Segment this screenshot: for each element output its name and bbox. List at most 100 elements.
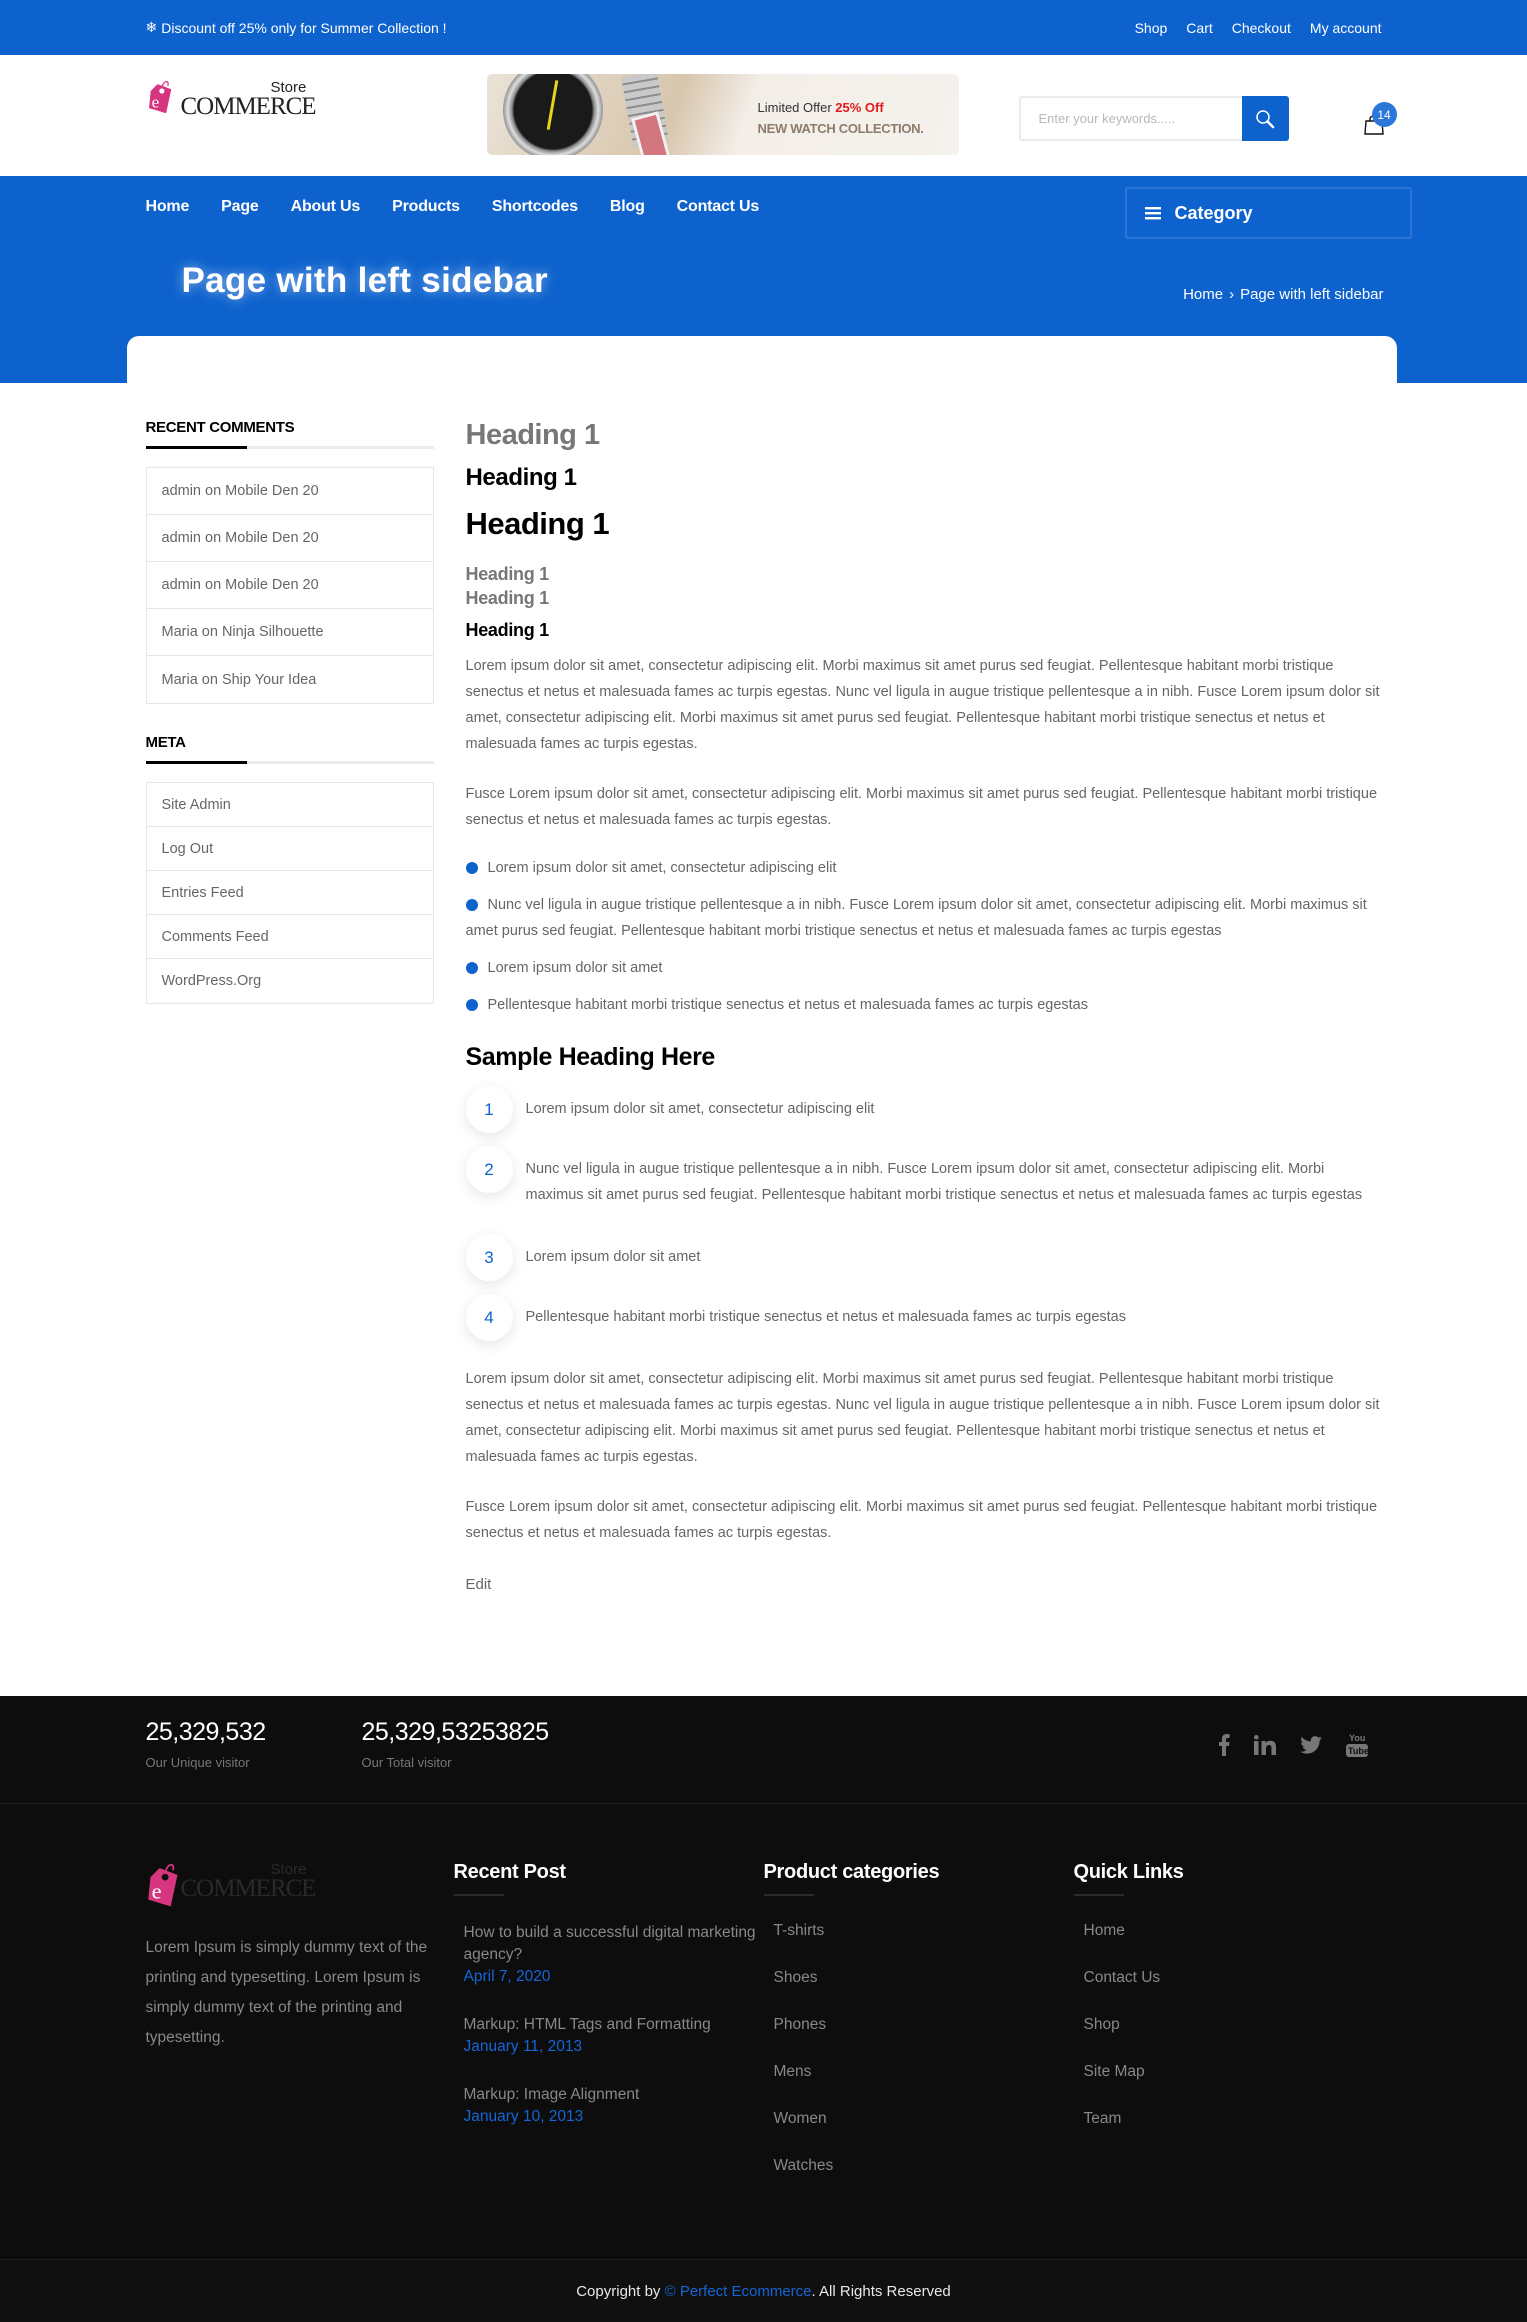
numbered-text: Nunc vel ligula in augue tristique pelle… [525, 1161, 1363, 1203]
meta-title: META [145, 734, 434, 764]
footer-recent-post-column: Recent Post How to build a successful di… [453, 1859, 764, 2204]
recent-post-link[interactable]: Markup: Image Alignment [464, 2084, 764, 2106]
quick-link-team[interactable]: Team [1084, 2110, 1122, 2127]
meta-item-log-out[interactable]: Log Out [146, 827, 433, 871]
twitter-link[interactable] [1299, 1736, 1322, 1754]
promo-banner[interactable]: Limited Offer 25% Off NEW WATCH COLLECTI… [486, 74, 959, 155]
top-link-shop[interactable]: Shop [1135, 20, 1168, 36]
comment-link[interactable]: Maria on Ninja Silhouette [162, 624, 324, 640]
breadcrumb-home[interactable]: Home [1183, 286, 1223, 303]
search-form [1018, 96, 1289, 141]
unique-visitor-count: 25,329,532 [145, 1718, 267, 1746]
meta-item-comments-feed[interactable]: Comments Feed [146, 915, 433, 959]
recent-post-date: April 7, 2020 [463, 1968, 551, 1985]
copyright-prefix: Copyright by [576, 2282, 665, 2300]
bullet-item: Nunc vel ligula in augue tristique pelle… [465, 892, 1384, 944]
linkedin-link[interactable] [1253, 1735, 1276, 1755]
recent-post-link[interactable]: How to build a successful digital market… [464, 1922, 764, 1966]
quick-link-site-map[interactable]: Site Map [1084, 2063, 1145, 2080]
cart-count-badge: 14 [1371, 102, 1397, 127]
unique-visitor-stat: 25,329,532 Our Unique visitor [145, 1718, 267, 1770]
numbered-item: 2 Nunc vel ligula in augue tristique pel… [465, 1146, 1384, 1234]
search-button[interactable] [1241, 96, 1289, 141]
nav-blog[interactable]: Blog [610, 198, 645, 216]
category-link-phones[interactable]: Phones [774, 2016, 827, 2033]
comment-link[interactable]: Maria on Ship Your Idea [162, 672, 317, 688]
comment-link[interactable]: admin on Mobile Den 20 [162, 530, 319, 546]
numbered-text: Lorem ipsum dolor sit amet, consectetur … [525, 1101, 875, 1117]
quick-link-shop[interactable]: Shop [1084, 2016, 1120, 2033]
nav-home[interactable]: Home [146, 198, 190, 216]
category-link-watches[interactable]: Watches [774, 2157, 834, 2174]
quick-link-home[interactable]: Home [1084, 1922, 1125, 1939]
svg-text:You: You [1349, 1733, 1365, 1743]
number-badge: 4 [465, 1294, 513, 1341]
comment-link[interactable]: admin on Mobile Den 20 [162, 483, 319, 499]
comment-link[interactable]: admin on Mobile Den 20 [162, 577, 319, 593]
numbered-list: 1 Lorem ipsum dolor sit amet, consectetu… [465, 1086, 1384, 1354]
recent-post-date: January 11, 2013 [463, 2038, 583, 2055]
meta-item-wordpress-org[interactable]: WordPress.Org [147, 959, 433, 1003]
meta-link[interactable]: Log Out [162, 841, 214, 857]
cart-button[interactable]: 14 [1363, 102, 1403, 142]
meta-item-site-admin[interactable]: Site Admin [146, 783, 433, 827]
price-tag-icon: e [147, 1863, 177, 1907]
nav-contact-us[interactable]: Contact Us [677, 198, 760, 216]
meta-link[interactable]: WordPress.Org [162, 973, 262, 989]
main-content-area: RECENT COMMENTS admin on Mobile Den 20 a… [144, 383, 1384, 1696]
category-link-shoes[interactable]: Shoes [774, 1969, 818, 1986]
recent-post-list: How to build a successful digital market… [454, 1922, 764, 2128]
meta-link[interactable]: Entries Feed [162, 885, 244, 901]
search-input[interactable] [1018, 96, 1242, 141]
recent-post-link[interactable]: Markup: HTML Tags and Formatting [464, 2014, 764, 2036]
promo-text: Discount off 25% only for Summer Collect… [161, 19, 447, 36]
numbered-item: 4 Pellentesque habitant morbi tristique … [465, 1294, 1384, 1354]
nav-about-us[interactable]: About Us [291, 198, 361, 216]
price-tag-icon: e [148, 80, 171, 114]
category-link-mens[interactable]: Mens [774, 2063, 812, 2080]
meta-link[interactable]: Comments Feed [162, 929, 269, 945]
comment-item[interactable]: Maria on Ship Your Idea [147, 656, 433, 703]
numbered-item: 3 Lorem ipsum dolor sit amet [465, 1234, 1384, 1294]
bullet-list: Lorem ipsum dolor sit amet, consectetur … [465, 855, 1384, 1018]
comment-item[interactable]: Maria on Ninja Silhouette [146, 609, 433, 656]
copyright-brand-link[interactable]: © Perfect Ecommerce [665, 2283, 812, 2300]
nav-shortcodes[interactable]: Shortcodes [492, 198, 578, 216]
meta-link[interactable]: Site Admin [162, 797, 231, 813]
facebook-link[interactable] [1218, 1734, 1230, 1756]
footer-logo[interactable]: e Store COMMERCE [146, 1859, 317, 1911]
body-paragraph: Fusce Lorem ipsum dolor sit amet, consec… [465, 786, 1378, 828]
quick-links-title: Quick Links [1073, 1861, 1384, 1896]
copyright-suffix: . All Rights Reserved [811, 2282, 951, 2300]
bullet-item: Lorem ipsum dolor sit amet, consectetur … [465, 855, 1384, 881]
footer-stats: 25,329,532 Our Unique visitor 25,329,532… [0, 1696, 1527, 1804]
category-link-women[interactable]: Women [774, 2110, 827, 2127]
copyright-bar: Copyright by © Perfect Ecommerce . All R… [0, 2259, 1527, 2322]
quick-links-list: Home Contact Us Shop Site Map Team [1074, 1922, 1384, 2157]
footer-widgets: e Store COMMERCE Lorem Ipsum is simply d… [0, 1804, 1527, 2259]
comment-item[interactable]: admin on Mobile Den 20 [146, 562, 433, 609]
comment-item[interactable]: admin on Mobile Den 20 [146, 468, 433, 515]
heading-5: Heading 1 [465, 588, 550, 608]
youtube-link[interactable]: You Tube [1345, 1732, 1368, 1758]
top-link-checkout[interactable]: Checkout [1232, 20, 1291, 36]
footer-about-column: e Store COMMERCE Lorem Ipsum is simply d… [144, 1859, 454, 2204]
edit-link[interactable]: Edit [466, 1576, 492, 1593]
top-link-my-account[interactable]: My account [1310, 20, 1382, 36]
nav-page[interactable]: Page [221, 198, 259, 216]
category-dropdown[interactable]: Category [1124, 187, 1412, 239]
heading-1: Heading 1 [465, 419, 601, 451]
quick-link-contact-us[interactable]: Contact Us [1084, 1969, 1161, 1986]
category-link-t-shirts[interactable]: T-shirts [774, 1922, 825, 1939]
hamburger-icon [1144, 207, 1161, 220]
site-logo[interactable]: e Store COMMERCE [146, 69, 317, 121]
meta-item-entries-feed[interactable]: Entries Feed [146, 871, 433, 915]
breadcrumb: Home › Page with left sidebar [1183, 286, 1383, 303]
number-badge: 3 [465, 1234, 513, 1281]
main-nav: Home Page About Us Products Shortcodes B… [146, 198, 792, 216]
total-visitor-stat: 25,329,53253825 Our Total visitor [362, 1718, 550, 1770]
top-link-cart[interactable]: Cart [1186, 20, 1212, 36]
nav-products[interactable]: Products [392, 198, 460, 216]
recent-post-item: Markup: Image Alignment January 10, 2013 [464, 2084, 764, 2128]
comment-item[interactable]: admin on Mobile Den 20 [146, 515, 433, 562]
